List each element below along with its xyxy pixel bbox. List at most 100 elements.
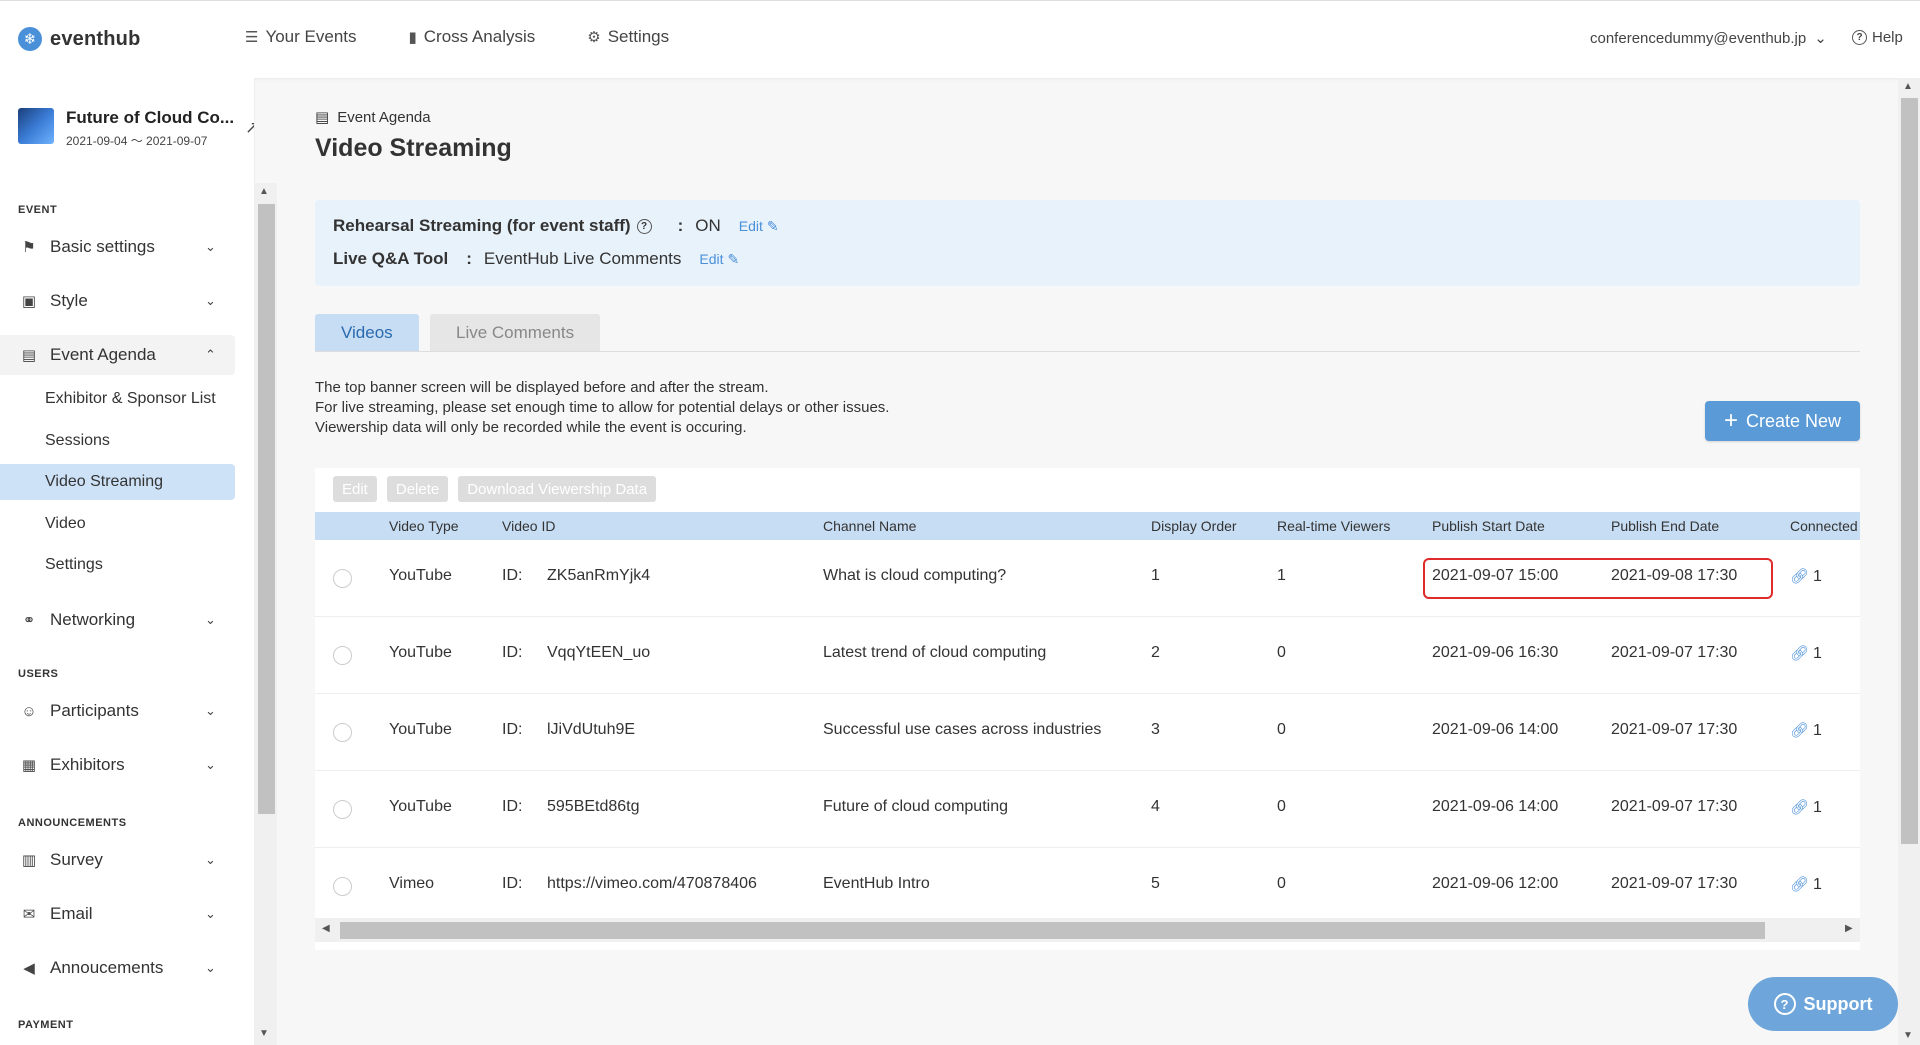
cell-connected[interactable]: 🔗︎ 1 [1790,721,1822,740]
scroll-down-arrow-icon[interactable]: ▼ [1903,1030,1913,1041]
cell-display-order: 3 [1151,721,1160,738]
download-viewership-button[interactable]: Download Viewership Data [458,476,657,502]
sidebar-item-announcements[interactable]: ◀ Annoucements ⌄ [0,948,235,988]
tab-videos[interactable]: Videos [315,314,419,351]
sidebar-item-networking[interactable]: ⚭ Networking ⌄ [0,600,235,640]
sidebar-item-exhibitors[interactable]: ▦ Exhibitors ⌄ [0,745,235,785]
nav-your-events[interactable]: ☰ Your Events [245,27,357,47]
gear-icon: ⚙ [587,29,601,46]
row-select-radio[interactable] [333,877,352,896]
table-scrollbar-thumb[interactable] [340,922,1765,939]
scroll-left-arrow-icon[interactable]: ◀ [322,923,330,934]
nav-settings-label: Settings [607,27,670,46]
cell-connected[interactable]: 🔗︎ 1 [1790,798,1822,817]
sidebar-sub-settings[interactable]: Settings [0,547,235,583]
sidebar-item-label: Style [50,291,88,310]
cell-video-id: lJiVdUtuh9E [547,721,636,738]
page-scrollbar-thumb[interactable] [1901,98,1918,844]
sidebar-item-label: Email [50,904,93,923]
video-table: Edit Delete Download Viewership Data Vid… [315,468,1860,950]
sidebar-item-style[interactable]: ▣ Style ⌄ [0,281,235,321]
nav-settings[interactable]: ⚙ Settings [587,27,669,47]
support-button[interactable]: ? Support [1748,977,1898,1031]
link-icon: 🔗︎ [1790,722,1810,739]
row-select-radio[interactable] [333,800,352,819]
note-line: For live streaming, please set enough ti… [315,399,890,416]
streaming-notes: The top banner screen will be displayed … [315,378,889,438]
note-line: Viewership data will only be recorded wh… [315,419,747,436]
nav-cross-analysis-label: Cross Analysis [423,27,536,46]
table-row[interactable]: Vimeo ID: https://vimeo.com/470878406 Ev… [315,848,1860,925]
table-toolbar: Edit Delete Download Viewership Data [333,476,657,502]
cell-video-type: YouTube [389,798,452,815]
tab-live-comments[interactable]: Live Comments [430,314,601,351]
link-icon: 🔗︎ [1790,799,1810,816]
row-select-radio[interactable] [333,646,352,665]
sidebar-item-event-agenda[interactable]: ▤ Event Agenda ⌃ [0,335,235,375]
question-icon[interactable]: ? [636,218,652,234]
table-row[interactable]: YouTube ID: 595BEtd86tg Future of cloud … [315,771,1860,848]
pencil-icon: ✎ [766,217,779,234]
table-row[interactable]: YouTube ID: VqqYtEEN_uo Latest trend of … [315,617,1860,694]
cell-channel-name: Future of cloud computing [823,798,1008,815]
sidebar-item-survey[interactable]: ▥ Survey ⌄ [0,840,235,880]
edit-label: Edit [699,251,724,267]
chevron-down-icon: ⌄ [205,612,216,627]
create-new-button[interactable]: + Create New [1705,401,1860,441]
cell-channel-name: What is cloud computing? [823,567,1007,584]
sidebar-item-label: Basic settings [50,237,155,256]
row-select-radio[interactable] [333,723,352,742]
sidebar-sub-video-streaming[interactable]: Video Streaming [0,464,235,500]
flag-icon: ⚑ [22,239,36,256]
cell-display-order: 1 [1151,567,1160,584]
sidebar-sub-video[interactable]: Video [0,506,235,542]
header-realtime-viewers: Real-time Viewers [1277,518,1391,534]
cell-connected[interactable]: 🔗︎ 1 [1790,644,1822,663]
sidebar-sub-exhibitor-list[interactable]: Exhibitor & Sponsor List [0,381,235,417]
sidebar-item-email[interactable]: ✉ Email ⌄ [0,894,235,934]
scroll-right-arrow-icon[interactable]: ▶ [1845,923,1853,934]
qa-tool-edit-link[interactable]: Edit ✎ [699,251,739,268]
logo-text: eventhub [50,27,141,50]
cell-video-id: ZK5anRmYjk4 [547,567,651,584]
envelope-icon: ✉ [22,906,36,923]
rehearsal-edit-link[interactable]: Edit ✎ [739,218,779,235]
scroll-down-arrow-icon[interactable]: ▼ [259,1028,269,1039]
delete-button[interactable]: Delete [386,476,449,502]
sidebar-item-participants[interactable]: ☺ Participants ⌄ [0,691,235,731]
external-link-icon[interactable]: ↗ [245,118,254,138]
cell-video-id: 595BEtd86tg [547,798,640,815]
sidebar-scrollbar-thumb[interactable] [258,204,275,814]
help-link[interactable]: ? Help [1852,29,1903,46]
nav-cross-analysis[interactable]: ▮ Cross Analysis [409,27,536,47]
header-publish-start: Publish Start Date [1432,518,1545,534]
event-card: Future of Cloud Co... 2021-09-04 ～ 2021-… [18,108,241,149]
scroll-up-arrow-icon[interactable]: ▲ [259,186,269,197]
logo[interactable]: ❄ eventhub [18,27,141,51]
note-line: The top banner screen will be displayed … [315,379,769,396]
image-icon: ▣ [21,293,37,310]
create-new-label: Create New [1745,410,1842,431]
connected-count: 1 [1813,799,1822,816]
sidebar-item-label: Networking [50,610,136,629]
chevron-down-icon: ⌄ [205,757,216,772]
chevron-down-icon: ⌄ [205,703,216,718]
sidebar-item-basic-settings[interactable]: ⚑ Basic settings ⌄ [0,227,235,267]
rehearsal-value: ON [695,216,721,235]
tab-bar: Videos Live Comments [315,314,1860,352]
scroll-up-arrow-icon[interactable]: ▲ [1903,81,1913,92]
cell-id-prefix: ID: [502,875,523,892]
edit-button[interactable]: Edit [333,476,377,502]
sidebar-sub-sessions[interactable]: Sessions [0,423,235,459]
user-menu[interactable]: conferencedummy@eventhub.jp ⌄ [1590,29,1827,48]
cell-connected[interactable]: 🔗︎ 1 [1790,875,1822,894]
plus-icon: + [1723,407,1738,434]
separator: : [466,249,472,268]
link-icon: 🔗︎ [1790,876,1810,893]
cell-viewers: 1 [1277,567,1286,584]
row-select-radio[interactable] [333,569,352,588]
megaphone-icon: ◀ [23,960,35,977]
cell-connected[interactable]: 🔗︎ 1 [1790,567,1822,586]
table-row[interactable]: YouTube ID: lJiVdUtuh9E Successful use c… [315,694,1860,771]
cell-display-order: 5 [1151,875,1160,892]
